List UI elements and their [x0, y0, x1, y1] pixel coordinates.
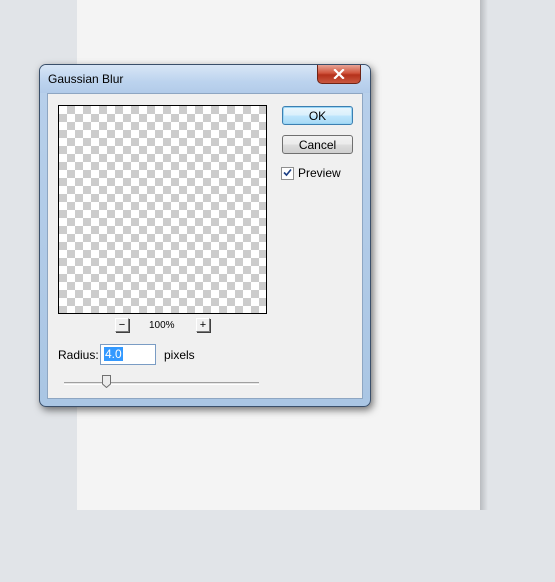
zoom-out-button[interactable]: − [115, 318, 129, 332]
preview-checkbox-row[interactable]: Preview [281, 166, 341, 180]
preview-checkbox[interactable] [281, 166, 294, 180]
radius-slider-thumb[interactable] [102, 375, 111, 389]
radius-slider-track[interactable] [64, 382, 259, 385]
document-canvas-shadow [480, 0, 488, 510]
zoom-out-icon: − [118, 318, 126, 331]
gaussian-blur-dialog: Gaussian Blur − 100% + OK Cancel Preview… [39, 64, 371, 407]
preview-label: Preview [298, 166, 341, 180]
ok-button[interactable]: OK [282, 106, 353, 125]
dialog-title-bar[interactable]: Gaussian Blur [40, 65, 370, 93]
close-icon [333, 69, 345, 79]
radius-units: pixels [164, 348, 195, 362]
dialog-title: Gaussian Blur [48, 72, 124, 86]
zoom-level: 100% [149, 320, 175, 331]
ok-button-label: OK [308, 108, 327, 123]
close-button[interactable] [317, 65, 361, 84]
zoom-in-icon: + [199, 318, 207, 331]
cancel-button-label: Cancel [298, 137, 337, 152]
checkmark-icon [283, 166, 292, 180]
cancel-button[interactable]: Cancel [282, 135, 353, 154]
dialog-body: − 100% + OK Cancel Preview Radius: 4.0 p… [47, 93, 363, 399]
radius-label: Radius: [58, 348, 99, 362]
radius-value: 4.0 [104, 347, 123, 361]
zoom-in-button[interactable]: + [196, 318, 210, 332]
preview-area[interactable] [58, 105, 267, 314]
radius-input[interactable]: 4.0 [100, 344, 156, 365]
